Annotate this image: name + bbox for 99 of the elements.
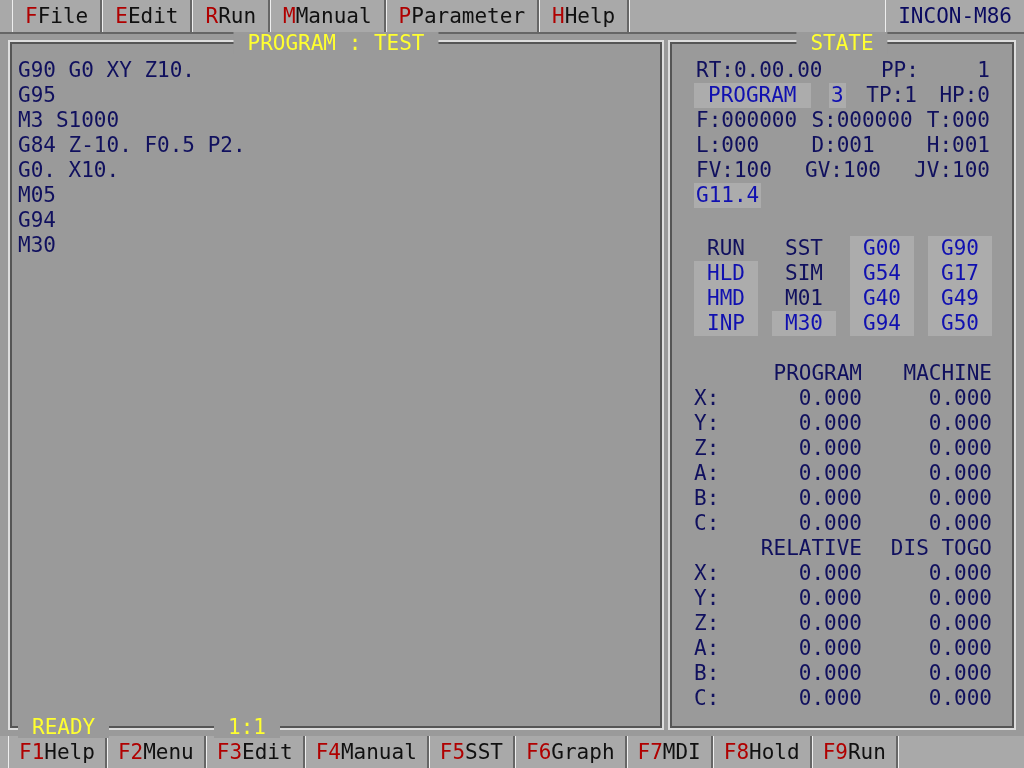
mode-indicator: G17 (928, 261, 992, 286)
coordinate-value: 0.000 (927, 586, 992, 611)
state-value: GV:100 (804, 158, 882, 183)
coordinate-value: 0.000 (797, 661, 862, 686)
mode-indicator: HMD (694, 286, 758, 311)
state-value: 3 (829, 83, 846, 108)
menu-item[interactable]: EEdit (102, 0, 193, 32)
mode-indicator: G49 (928, 286, 992, 311)
state-value: HP:0 (938, 83, 991, 108)
column-header: DIS TOGO (889, 536, 992, 561)
axis-label: C: (694, 686, 721, 711)
coordinate-value: 0.000 (797, 636, 862, 661)
function-key[interactable]: F7MDI (626, 736, 713, 768)
axis-label: C: (694, 511, 721, 536)
code-line: G90 G0 XY Z10. (18, 58, 196, 83)
coordinate-value: 0.000 (797, 411, 862, 436)
axis-label: Y: (694, 586, 721, 611)
coordinate-value: 0.000 (797, 386, 862, 411)
status-text: READY (18, 716, 110, 738)
code-line: M3 S1000 (18, 108, 121, 133)
code-line: M05 (18, 183, 57, 208)
state-value: L:000 (695, 133, 761, 158)
product-name: INCON-M86 (885, 0, 1024, 32)
code-line: G84 Z-10. F0.5 P2. (18, 133, 247, 158)
state-value: H:001 (925, 133, 991, 158)
menu-item[interactable]: RRun (192, 0, 271, 32)
function-key[interactable]: F1Help (8, 736, 107, 768)
axis-label: X: (694, 386, 721, 411)
function-key[interactable]: F3Edit (205, 736, 305, 768)
axis-label: A: (694, 461, 721, 486)
state-value: F:000000 (695, 108, 799, 133)
axis-label: Z: (694, 611, 721, 636)
coordinate-value: 0.000 (927, 486, 992, 511)
state-value: PP: (879, 58, 920, 83)
coordinate-value: 0.000 (927, 611, 992, 636)
coordinate-value: 0.000 (927, 511, 992, 536)
coordinate-value: 0.000 (797, 561, 862, 586)
coordinate-value: 0.000 (797, 611, 862, 636)
coordinate-value: 0.000 (927, 661, 992, 686)
function-key[interactable]: F8Hold (712, 736, 812, 768)
coordinate-value: 0.000 (797, 686, 862, 711)
code-line: G94 (18, 208, 57, 233)
coordinate-value: 0.000 (927, 636, 992, 661)
state-value: G11.4 (694, 183, 762, 208)
mode-indicator: INP (694, 311, 758, 336)
coordinate-value: 0.000 (927, 686, 992, 711)
state-value: T:000 (925, 108, 991, 133)
coordinate-value: 0.000 (927, 436, 992, 461)
coordinate-value: 0.000 (797, 511, 862, 536)
state-value: FV:100 (695, 158, 773, 183)
menu-item[interactable]: FFile (12, 0, 103, 32)
menu-item[interactable]: PParameter (385, 0, 540, 32)
mode-indicator: G90 (928, 236, 992, 261)
coordinate-value: 0.000 (927, 461, 992, 486)
mode-indicator: G40 (850, 286, 914, 311)
state-value: PROGRAM (694, 83, 811, 108)
state-value: TP:1 (865, 83, 918, 108)
mode-indicator: SIM (784, 261, 824, 286)
function-key[interactable]: F5SST (428, 736, 515, 768)
function-key[interactable]: F9Run (811, 736, 898, 768)
coordinate-value: 0.000 (797, 586, 862, 611)
column-header: PROGRAM (772, 361, 862, 386)
menu-item[interactable]: MManual (270, 0, 386, 32)
mode-indicator: HLD (694, 261, 758, 286)
coordinate-value: 0.000 (797, 486, 862, 511)
column-header: MACHINE (902, 361, 992, 386)
function-key[interactable]: F4Manual (304, 736, 429, 768)
axis-label: X: (694, 561, 721, 586)
column-header: RELATIVE (759, 536, 862, 561)
state-value: RT:0.00.00 (695, 58, 824, 83)
coordinate-value: 0.000 (797, 461, 862, 486)
mode-indicator: G54 (850, 261, 914, 286)
coordinate-value: 0.000 (927, 386, 992, 411)
mode-indicator: M30 (772, 311, 836, 336)
state-value: S:000000 (810, 108, 914, 133)
mode-indicator: G50 (928, 311, 992, 336)
coordinate-value: 0.000 (927, 561, 992, 586)
mode-indicator: G00 (850, 236, 914, 261)
code-line: M30 (18, 233, 57, 258)
function-key[interactable]: F6Graph (515, 736, 627, 768)
axis-label: A: (694, 636, 721, 661)
mode-indicator: RUN (706, 236, 746, 261)
cursor-position: 1:1 (214, 716, 280, 738)
axis-label: Z: (694, 436, 721, 461)
code-line: G95 (18, 83, 57, 108)
state-value: D:001 (810, 133, 876, 158)
mode-indicator: M01 (784, 286, 824, 311)
state-value: JV:100 (913, 158, 991, 183)
state-value: 1 (976, 58, 991, 83)
axis-label: B: (694, 661, 721, 686)
mode-indicator: SST (784, 236, 824, 261)
coordinate-value: 0.000 (927, 411, 992, 436)
coordinate-value: 0.000 (797, 436, 862, 461)
code-line: G0. X10. (18, 158, 121, 183)
menu-item[interactable]: HHelp (539, 0, 630, 32)
axis-label: Y: (694, 411, 721, 436)
axis-label: B: (694, 486, 721, 511)
function-key[interactable]: F2Menu (106, 736, 206, 768)
mode-indicator: G94 (850, 311, 914, 336)
